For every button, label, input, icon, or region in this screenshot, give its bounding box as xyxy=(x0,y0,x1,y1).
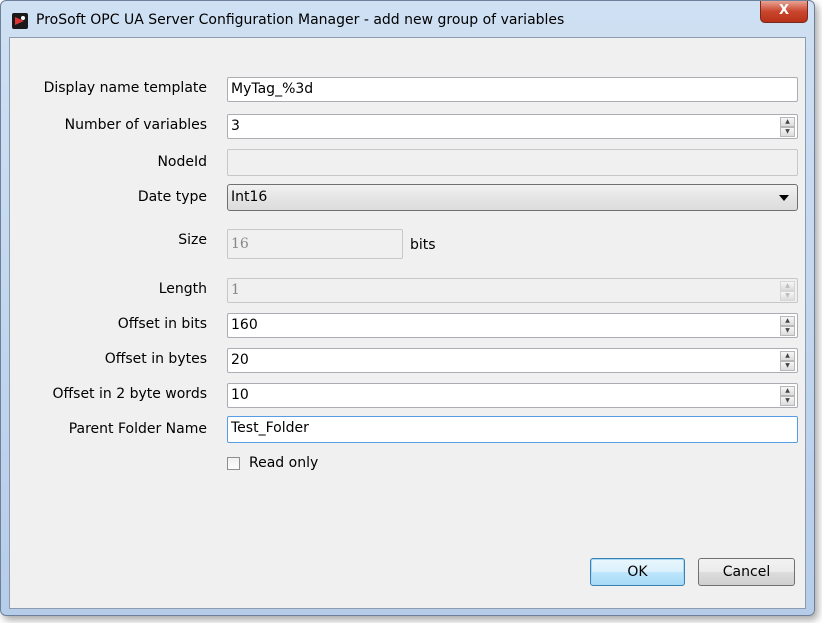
number-of-variables-spinbox[interactable]: 3 ▲ ▼ xyxy=(227,114,798,139)
data-type-value: Int16 xyxy=(231,189,268,205)
stepper-up-icon[interactable]: ▲ xyxy=(780,316,795,326)
offset-bytes-label: Offset in bytes xyxy=(104,351,207,367)
stepper-up-icon[interactable]: ▲ xyxy=(780,386,795,396)
offset-words-stepper[interactable]: ▲ ▼ xyxy=(780,386,795,406)
node-id-label: NodeId xyxy=(157,154,207,170)
title-bar[interactable]: ProSoft OPC UA Server Configuration Mana… xyxy=(1,1,814,37)
ok-button[interactable]: OK xyxy=(590,558,685,586)
stepper-up-icon[interactable]: ▲ xyxy=(780,117,795,127)
stepper-up-icon: ▲ xyxy=(780,281,795,291)
app-icon xyxy=(12,13,28,29)
number-of-variables-label: Number of variables xyxy=(64,117,207,133)
stepper-down-icon[interactable]: ▼ xyxy=(780,396,795,406)
offset-words-label: Offset in 2 byte words xyxy=(52,386,207,402)
data-type-select[interactable]: Int16 xyxy=(227,184,798,211)
offset-words-value: 10 xyxy=(231,387,249,403)
size-input: 16 xyxy=(227,229,403,259)
dialog-window: ProSoft OPC UA Server Configuration Mana… xyxy=(0,0,815,616)
parent-folder-input[interactable]: Test_Folder xyxy=(227,416,798,443)
length-label: Length xyxy=(158,281,207,297)
offset-bytes-value: 20 xyxy=(231,352,249,368)
length-spinbox: 1 ▲ ▼ xyxy=(227,278,798,303)
size-label: Size xyxy=(178,232,207,248)
offset-bytes-stepper[interactable]: ▲ ▼ xyxy=(780,351,795,371)
dropdown-arrow-icon xyxy=(779,195,789,201)
window-title: ProSoft OPC UA Server Configuration Mana… xyxy=(36,12,565,28)
dialog-body: Display name template MyTag_%3d Number o… xyxy=(9,37,806,609)
length-value: 1 xyxy=(231,282,240,298)
number-of-variables-value: 3 xyxy=(231,118,240,134)
offset-bits-label: Offset in bits xyxy=(117,316,207,332)
cancel-button[interactable]: Cancel xyxy=(698,558,795,586)
read-only-checkbox[interactable] xyxy=(227,457,240,470)
stepper-down-icon[interactable]: ▼ xyxy=(780,127,795,137)
length-stepper: ▲ ▼ xyxy=(780,281,795,301)
offset-bits-spinbox[interactable]: 160 ▲ ▼ xyxy=(227,313,798,338)
data-type-label: Date type xyxy=(137,189,207,205)
size-unit: bits xyxy=(410,237,436,253)
offset-bits-value: 160 xyxy=(231,317,258,333)
offset-bytes-spinbox[interactable]: 20 ▲ ▼ xyxy=(227,348,798,373)
stepper-down-icon[interactable]: ▼ xyxy=(780,326,795,336)
node-id-input xyxy=(227,149,798,176)
read-only-label[interactable]: Read only xyxy=(249,455,318,471)
close-button[interactable]: X xyxy=(760,1,808,23)
offset-words-spinbox[interactable]: 10 ▲ ▼ xyxy=(227,383,798,408)
parent-folder-label: Parent Folder Name xyxy=(68,421,207,437)
stepper-up-icon[interactable]: ▲ xyxy=(780,351,795,361)
offset-bits-stepper[interactable]: ▲ ▼ xyxy=(780,316,795,336)
display-name-template-input[interactable]: MyTag_%3d xyxy=(227,77,798,102)
display-name-template-label: Display name template xyxy=(43,80,207,96)
stepper-down-icon[interactable]: ▼ xyxy=(780,361,795,371)
number-of-variables-stepper[interactable]: ▲ ▼ xyxy=(780,117,795,137)
stepper-down-icon: ▼ xyxy=(780,291,795,301)
